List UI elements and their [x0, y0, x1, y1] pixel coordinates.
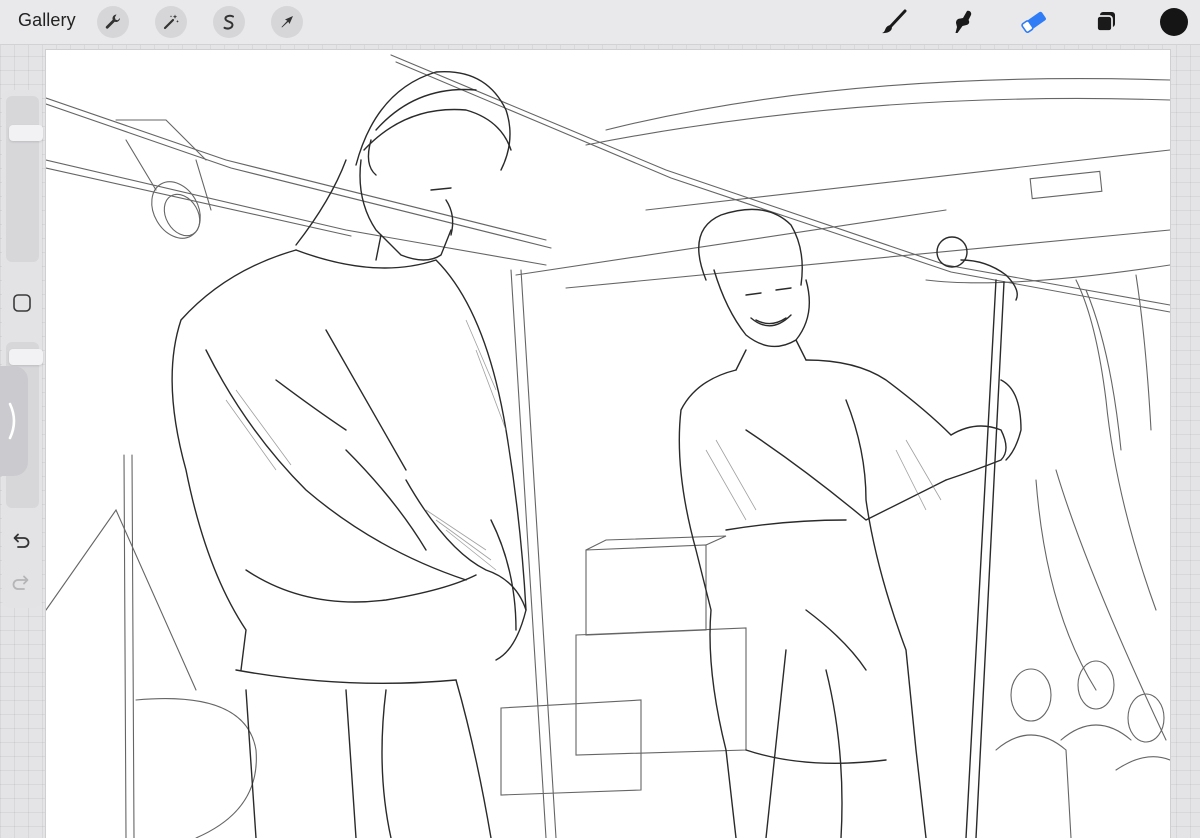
- transform-button[interactable]: [271, 6, 303, 38]
- color-picker-button[interactable]: [1160, 8, 1188, 36]
- wrench-icon: [105, 14, 121, 29]
- smudge-icon: [955, 10, 972, 33]
- brush-tool-button[interactable]: [878, 6, 910, 38]
- brush-icon: [882, 9, 907, 34]
- eraser-icon: [1021, 11, 1046, 33]
- opacity-slider-thumb[interactable]: [9, 349, 43, 366]
- magic-wand-icon: [163, 14, 179, 30]
- sidebar-toggle[interactable]: [0, 366, 28, 476]
- layers-button[interactable]: [1090, 6, 1122, 38]
- selection-s-icon: [223, 14, 234, 30]
- sketch-artwork: [46, 54, 1170, 838]
- left-sidebar: [2, 90, 43, 608]
- redo-icon: [12, 575, 29, 590]
- layers-icon: [1096, 12, 1115, 32]
- drawing-canvas[interactable]: [46, 50, 1170, 838]
- eraser-tool-button[interactable]: [1018, 6, 1050, 38]
- gallery-button[interactable]: Gallery: [18, 10, 76, 31]
- undo-icon: [13, 533, 30, 548]
- selection-button[interactable]: [213, 6, 245, 38]
- actions-button[interactable]: [97, 6, 129, 38]
- undo-button[interactable]: [10, 530, 32, 552]
- brush-size-slider-thumb[interactable]: [9, 124, 43, 141]
- top-toolbar: Gallery: [0, 0, 1200, 45]
- modify-button[interactable]: [12, 293, 32, 313]
- smudge-tool-button[interactable]: [948, 6, 980, 38]
- brush-size-slider[interactable]: [6, 96, 43, 262]
- adjustments-button[interactable]: [155, 6, 187, 38]
- arrow-cursor-icon: [281, 16, 293, 28]
- chevron-right-icon: [8, 402, 16, 440]
- redo-button[interactable]: [10, 572, 32, 594]
- square-icon: [13, 294, 31, 312]
